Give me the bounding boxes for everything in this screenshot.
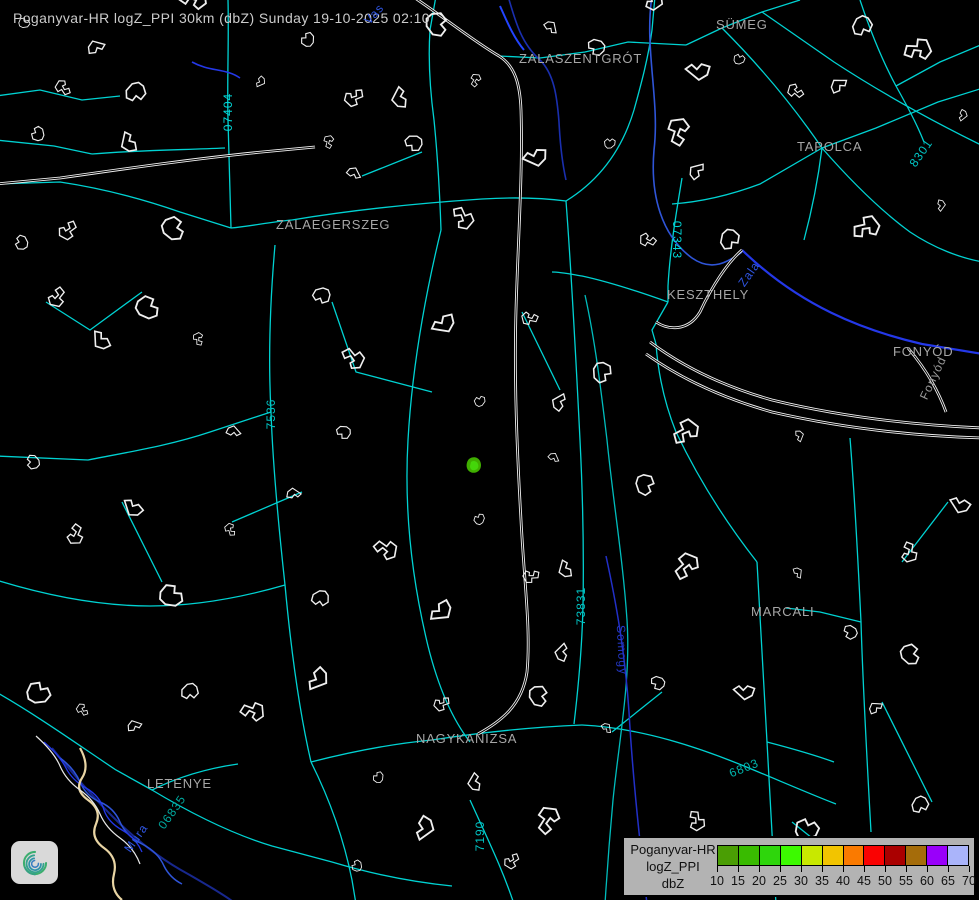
legend-tick <box>885 866 886 872</box>
legend-caption: Poganyvar-HR logZ_PPI dbZ <box>628 841 718 892</box>
legend-color-cell <box>738 845 759 866</box>
legend-color-cell <box>843 845 864 866</box>
legend-tick-value: 15 <box>731 874 745 888</box>
legend-color-cell <box>801 845 822 866</box>
main-roads-white <box>0 0 979 734</box>
legend-tick-value: 70 <box>962 874 976 888</box>
legend-tick <box>906 866 907 872</box>
legend-color-cell <box>884 845 905 866</box>
motorway-line <box>79 748 122 900</box>
legend-color-cell <box>717 845 738 866</box>
legend-tick-marks <box>717 866 971 872</box>
legend-tick-value: 60 <box>920 874 934 888</box>
radar-map-viewport: Poganyvar-HR logZ_PPI 30km (dbZ) Sunday … <box>0 0 979 900</box>
legend-tick-value: 10 <box>710 874 724 888</box>
legend-color-cell <box>947 845 969 866</box>
legend-color-scale <box>717 845 969 866</box>
legend-tick <box>780 866 781 872</box>
settlement-outlines <box>13 0 971 877</box>
legend-tick-value: 20 <box>752 874 766 888</box>
legend-color-cell <box>926 845 947 866</box>
map-linework <box>0 0 979 900</box>
legend-tick-value: 50 <box>878 874 892 888</box>
road-network <box>0 0 979 900</box>
legend-tick <box>843 866 844 872</box>
legend-tick-value: 35 <box>815 874 829 888</box>
dbz-legend: Poganyvar-HR logZ_PPI dbZ 10 15 20 25 30 35 40… <box>622 836 976 897</box>
radar-spiral-logo <box>11 841 58 884</box>
legend-unit: dbZ <box>628 875 718 892</box>
legend-tick-labels: 10152025303540455055606570 <box>717 874 971 890</box>
legend-color-cell <box>822 845 843 866</box>
legend-tick <box>969 866 970 872</box>
legend-tick-value: 30 <box>794 874 808 888</box>
radar-spiral-icon <box>17 846 53 880</box>
legend-color-cell <box>759 845 780 866</box>
rivers <box>44 0 979 900</box>
legend-tick <box>738 866 739 872</box>
legend-tick-value: 65 <box>941 874 955 888</box>
legend-tick <box>948 866 949 872</box>
legend-station: Poganyvar-HR <box>628 841 718 858</box>
legend-color-cell <box>905 845 926 866</box>
legend-tick-value: 40 <box>836 874 850 888</box>
legend-tick <box>927 866 928 872</box>
legend-product: logZ_PPI <box>628 858 718 875</box>
radar-echo <box>467 457 481 473</box>
legend-color-cell <box>780 845 801 866</box>
legend-tick <box>759 866 760 872</box>
principalis-channel <box>585 295 628 900</box>
legend-tick <box>822 866 823 872</box>
legend-color-cell <box>863 845 884 866</box>
legend-tick-value: 45 <box>857 874 871 888</box>
legend-tick <box>801 866 802 872</box>
legend-tick <box>864 866 865 872</box>
legend-tick <box>717 866 718 872</box>
legend-tick-value: 25 <box>773 874 787 888</box>
legend-tick-value: 55 <box>899 874 913 888</box>
